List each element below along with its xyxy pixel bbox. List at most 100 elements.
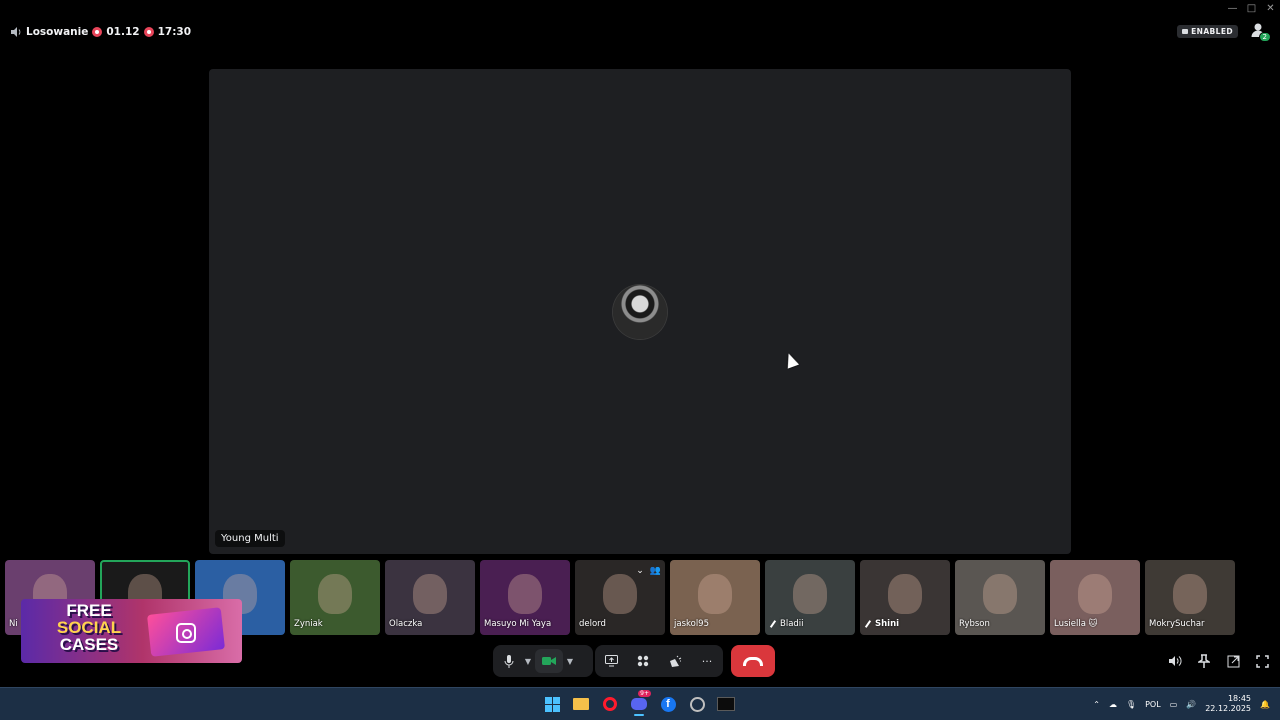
chrome-icon	[689, 696, 705, 712]
participant-name: Zyniak	[294, 619, 323, 629]
participant-tile[interactable]: delord ⌄ 👥	[575, 560, 665, 635]
mic-options-chevron-icon[interactable]: ▼	[521, 649, 535, 673]
active-app-indicator	[634, 714, 644, 716]
camera-options-chevron-icon[interactable]: ▼	[563, 649, 577, 673]
volume-tray-icon[interactable]: 🔊	[1186, 700, 1196, 709]
start-button[interactable]	[542, 692, 562, 716]
soundboard-button[interactable]	[663, 649, 687, 673]
participant-name: jaskol95	[674, 619, 709, 629]
participant-video	[983, 574, 1017, 614]
facebook-button[interactable]: f	[658, 692, 678, 716]
windows-logo-icon	[544, 696, 560, 712]
participant-name: Olaczka	[389, 619, 423, 629]
fullscreen-button[interactable]	[1254, 649, 1270, 673]
participant-label: Ni	[9, 619, 18, 629]
pin-button[interactable]	[1196, 649, 1212, 673]
call-controls: ▼ ▼ ···	[0, 645, 1280, 677]
system-clock[interactable]: 18:45 22.12.2025	[1205, 694, 1251, 714]
mic-icon	[504, 654, 514, 668]
microphone-tray-icon[interactable]: 🎙	[1126, 700, 1136, 709]
clock-time: 18:45	[1227, 694, 1252, 703]
participant-video	[413, 574, 447, 614]
onedrive-icon[interactable]: ☁	[1109, 700, 1117, 709]
ad-line-1: FREE	[66, 601, 112, 620]
participant-tile[interactable]: Olaczka	[385, 560, 475, 635]
fullscreen-icon	[1255, 654, 1269, 668]
network-icon[interactable]: ▭	[1170, 700, 1178, 709]
screen-share-icon	[604, 655, 618, 667]
windows-taskbar: 9+ f ⌃ ☁ 🎙 POL ▭ 🔊 18:45 22.12.2025 🔔	[0, 687, 1280, 720]
clock-date: 22.12.2025	[1205, 704, 1252, 713]
folder-icon	[573, 698, 589, 710]
participant-label: Bladii	[769, 619, 804, 629]
activities-icon	[637, 655, 649, 667]
participant-video	[1078, 574, 1112, 614]
participant-video	[318, 574, 352, 614]
participant-name: MokrySuchar	[1149, 619, 1205, 629]
participant-name: delord	[579, 619, 606, 629]
volume-button[interactable]	[1167, 649, 1183, 673]
discord-icon	[631, 698, 647, 710]
screen-share-button[interactable]	[599, 649, 623, 673]
enabled-badge[interactable]: ENABLED	[1177, 24, 1238, 38]
calendar-emoji-icon	[92, 27, 103, 37]
pin-icon	[1198, 654, 1210, 668]
participant-tile[interactable]: Masuyo Mi Yaya	[480, 560, 570, 635]
participant-video	[793, 574, 827, 614]
maximize-button[interactable]: □	[1242, 0, 1261, 16]
main-video-tile[interactable]: Young Multi	[209, 69, 1071, 554]
activity-controls: ···	[595, 645, 723, 677]
muted-mic-icon	[864, 620, 872, 628]
volume-icon	[1169, 656, 1182, 666]
participant-name: Rybson	[959, 619, 990, 629]
popout-button[interactable]	[1225, 649, 1241, 673]
discord-button[interactable]: 9+	[629, 690, 651, 716]
participants-count: 2	[1258, 32, 1271, 42]
popout-icon	[1227, 655, 1239, 667]
participant-video	[698, 574, 732, 614]
more-options-button[interactable]: ···	[695, 649, 719, 673]
terminal-icon	[717, 697, 735, 711]
participant-name: Bladii	[780, 619, 804, 629]
terminal-button[interactable]	[716, 692, 736, 716]
camera-icon-wrap	[537, 649, 561, 673]
participant-tile[interactable]: Zyniak	[290, 560, 380, 635]
participant-tile[interactable]: jaskol95	[670, 560, 760, 635]
close-button[interactable]: ✕	[1261, 0, 1280, 16]
opera-button[interactable]	[600, 692, 620, 716]
minimize-button[interactable]: —	[1223, 0, 1242, 16]
mic-button[interactable]	[497, 649, 521, 673]
lock-icon	[1182, 28, 1189, 34]
hangup-button[interactable]	[731, 645, 775, 677]
participant-tile[interactable]: MokrySuchar	[1145, 560, 1235, 635]
participant-tile[interactable]: Bladii	[765, 560, 855, 635]
participant-label: Rybson	[959, 619, 990, 629]
language-indicator[interactable]: POL	[1145, 700, 1161, 709]
participant-name: Masuyo Mi Yaya	[484, 619, 552, 629]
participants-button[interactable]: 2	[1250, 22, 1271, 42]
chrome-button[interactable]	[687, 692, 707, 716]
media-controls: ▼ ▼	[493, 645, 593, 677]
notification-bell-icon[interactable]: 🔔	[1260, 700, 1270, 709]
participant-tile[interactable]: Rybson	[955, 560, 1045, 635]
add-friend-icon[interactable]: 👥	[650, 566, 661, 576]
participant-name: Shini	[875, 619, 900, 629]
participant-tile[interactable]: Lusiella 🐱	[1050, 560, 1140, 635]
camera-button[interactable]	[535, 649, 563, 673]
tray-overflow-chevron-icon[interactable]: ⌃	[1093, 700, 1100, 709]
file-explorer-button[interactable]	[571, 692, 591, 716]
soundboard-icon	[669, 655, 681, 667]
activities-button[interactable]	[631, 649, 655, 673]
channel-date: 01.12	[106, 26, 140, 38]
discord-notification-badge: 9+	[638, 690, 651, 697]
participant-tile[interactable]: Shini	[860, 560, 950, 635]
participant-video	[1173, 574, 1207, 614]
call-header: Losowanie 01.12 17:30 ENABLED 2	[10, 22, 1271, 42]
opera-icon	[603, 697, 617, 711]
alarm-clock-emoji-icon	[143, 27, 154, 37]
participant-label: Zyniak	[294, 619, 323, 629]
camera-icon	[542, 657, 556, 665]
tile-overlay-controls: ⌄ 👥	[636, 566, 661, 576]
chevron-down-icon[interactable]: ⌄	[636, 566, 644, 576]
speaker-avatar	[613, 285, 667, 339]
